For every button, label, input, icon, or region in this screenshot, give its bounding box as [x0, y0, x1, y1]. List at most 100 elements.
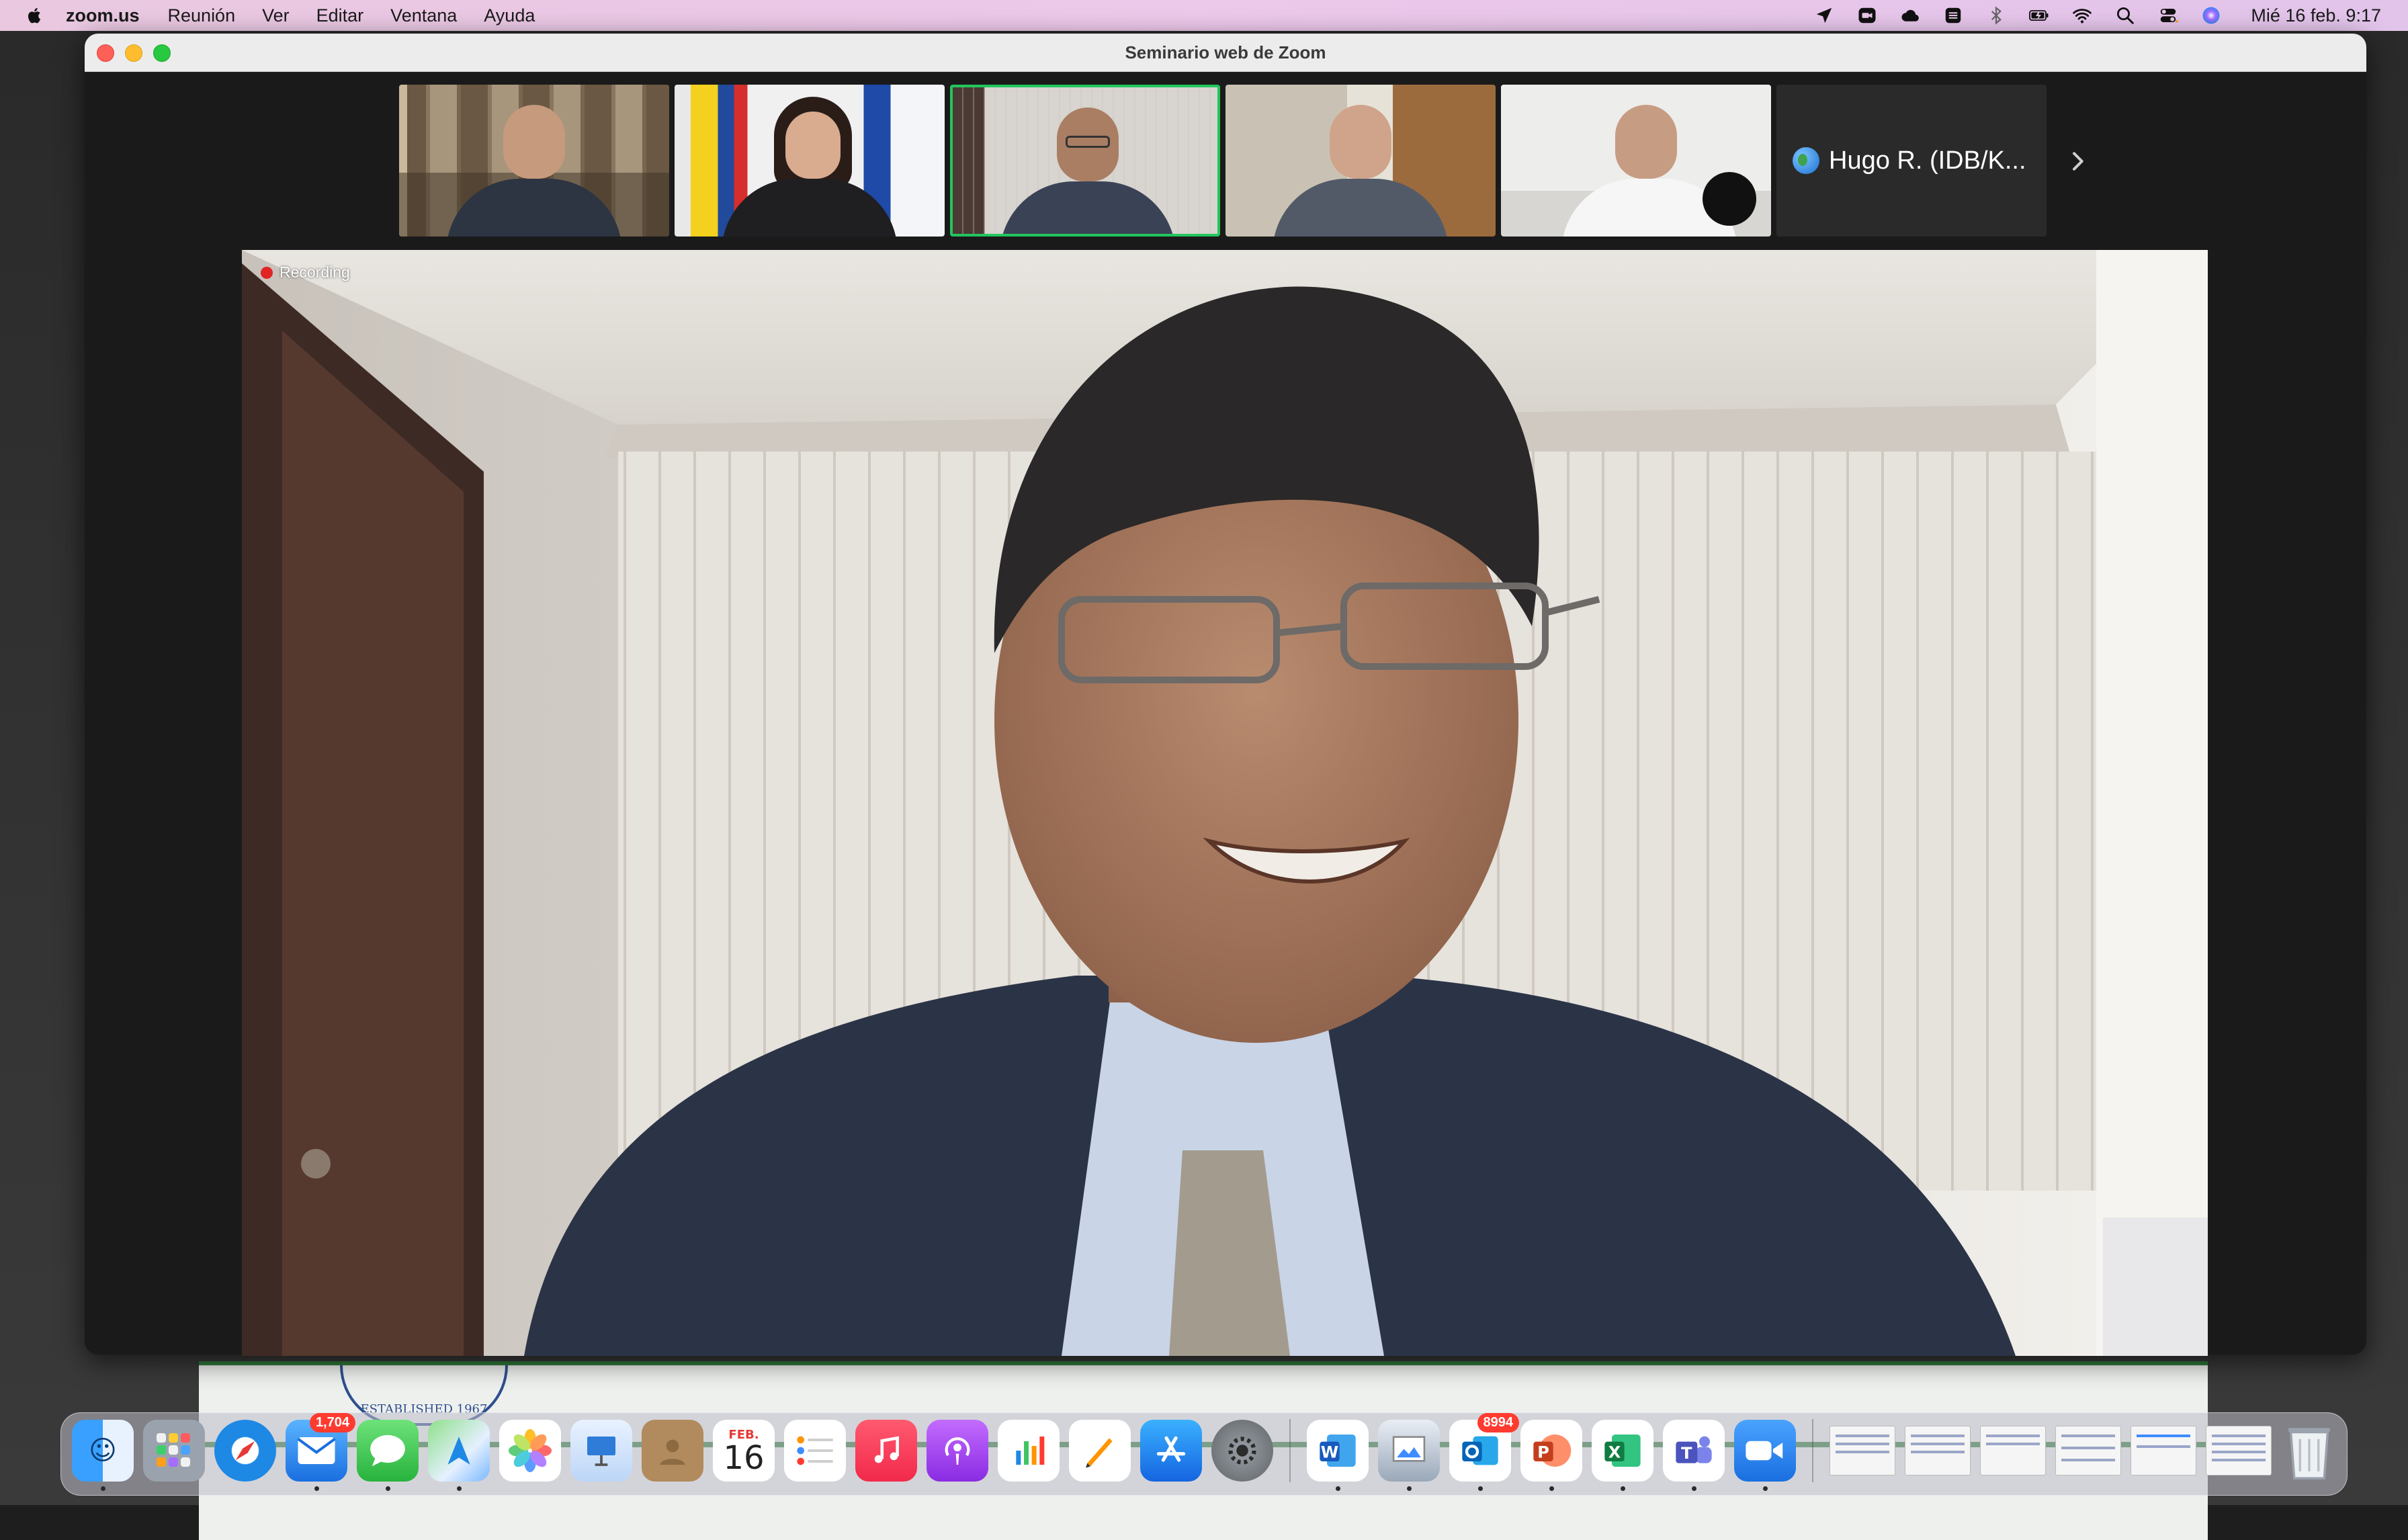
app-store-icon[interactable]: [1140, 1420, 1202, 1482]
mail-badge: 1,704: [309, 1413, 355, 1432]
excel-icon[interactable]: X: [1592, 1420, 1653, 1491]
location-arrow-icon[interactable]: [1814, 5, 1834, 26]
next-participants-button[interactable]: [2064, 148, 2091, 175]
minimized-window-1[interactable]: [1830, 1426, 1895, 1475]
finder-icon[interactable]: ☺: [72, 1420, 134, 1491]
running-indicator: [1692, 1486, 1696, 1491]
window-controls: [97, 44, 171, 62]
participant-tile-4[interactable]: [1226, 85, 1496, 237]
participant-tile-1[interactable]: [399, 85, 669, 237]
menu-editar[interactable]: Editar: [316, 5, 364, 26]
menu-ver[interactable]: Ver: [262, 5, 290, 26]
minimized-window-6[interactable]: [2206, 1426, 2272, 1475]
minimized-window-5[interactable]: [2131, 1426, 2196, 1475]
menu-ventana[interactable]: Ventana: [390, 5, 457, 26]
svg-text:W: W: [1321, 1443, 1338, 1462]
svg-text:T: T: [1681, 1444, 1692, 1463]
music-icon[interactable]: [855, 1420, 917, 1482]
outlook-icon[interactable]: 8994: [1449, 1413, 1519, 1491]
powerpoint-icon[interactable]: P: [1520, 1420, 1582, 1491]
dock: ☺ 1,704 FEB. 16 W 8994 P X T: [60, 1412, 2348, 1496]
calendar-icon[interactable]: FEB. 16: [713, 1420, 775, 1482]
control-center-icon[interactable]: [2158, 5, 2179, 26]
running-indicator: [1336, 1486, 1340, 1491]
window-title: Seminario web de Zoom: [1125, 42, 1326, 62]
battery-charging-icon[interactable]: [2029, 5, 2049, 26]
teams-icon[interactable]: T: [1663, 1420, 1725, 1491]
menu-ayuda[interactable]: Ayuda: [484, 5, 535, 26]
running-indicator: [1478, 1486, 1483, 1491]
glasses: [1066, 136, 1110, 148]
menu-reunion[interactable]: Reunión: [168, 5, 236, 26]
wifi-icon[interactable]: [2072, 5, 2092, 26]
running-indicator: [457, 1486, 462, 1491]
svg-text:X: X: [1608, 1443, 1621, 1462]
running-indicator: [386, 1486, 390, 1491]
participant-face: [503, 105, 565, 179]
active-speaker-video[interactable]: [242, 250, 2208, 1356]
minimize-window-button[interactable]: [125, 44, 142, 62]
participant-strip: Hugo R. (IDB/K...: [399, 85, 2047, 237]
minimized-window-2[interactable]: [1905, 1426, 1971, 1475]
globe-emoji-icon: [1793, 147, 1819, 174]
participant-face: [1330, 105, 1391, 179]
word-icon[interactable]: W: [1307, 1420, 1369, 1491]
photos-icon[interactable]: [499, 1420, 561, 1482]
dock-separator: [1812, 1419, 1813, 1482]
menu-app-name[interactable]: zoom.us: [66, 5, 140, 26]
minimized-window-3[interactable]: [1980, 1426, 2046, 1475]
launchpad-icon[interactable]: [143, 1420, 205, 1482]
podcasts-icon[interactable]: [927, 1420, 988, 1482]
participant-tile-2[interactable]: [675, 85, 945, 237]
speaker-video-frame: [242, 250, 2208, 1356]
window-titlebar[interactable]: Seminario web de Zoom: [85, 34, 2366, 72]
contacts-icon[interactable]: [642, 1420, 703, 1482]
pages-icon[interactable]: [1069, 1420, 1131, 1482]
participant-face-front: [785, 112, 841, 179]
running-indicator: [1407, 1486, 1412, 1491]
dock-separator: [1289, 1419, 1291, 1482]
maps-icon[interactable]: [428, 1420, 490, 1491]
calendar-day: 16: [723, 1439, 765, 1477]
status-area: Mié 16 feb. 9:17: [1814, 0, 2381, 31]
numbers-icon[interactable]: [998, 1420, 1060, 1482]
keynote-icon[interactable]: [570, 1420, 632, 1482]
preview-icon[interactable]: [1378, 1420, 1440, 1491]
reminders-icon[interactable]: [784, 1420, 846, 1482]
participant-tile-5[interactable]: [1501, 85, 1771, 237]
cloud-icon[interactable]: [1900, 5, 1920, 26]
messages-icon[interactable]: [357, 1420, 419, 1491]
recording-dot-icon: [261, 266, 273, 279]
outlook-badge: 8994: [1477, 1413, 1519, 1432]
mail-icon[interactable]: 1,704: [286, 1413, 355, 1491]
running-indicator: [1621, 1486, 1625, 1491]
menubar-clock[interactable]: Mié 16 feb. 9:17: [2251, 5, 2381, 26]
recording-indicator: Recording: [261, 263, 350, 282]
running-indicator: [1549, 1486, 1554, 1491]
zoom-window-button[interactable]: [153, 44, 171, 62]
recording-label: Recording: [280, 263, 350, 281]
dock-items: ☺ 1,704 FEB. 16 W 8994 P X T: [72, 1413, 2337, 1491]
bluetooth-icon[interactable]: [1986, 5, 2006, 26]
system-preferences-icon[interactable]: [1211, 1420, 1273, 1482]
participant-tile-name-only[interactable]: Hugo R. (IDB/K...: [1776, 85, 2047, 237]
search-icon[interactable]: [2115, 5, 2135, 26]
apple-menu-icon[interactable]: [26, 6, 44, 25]
chevron-right-icon: [2073, 152, 2083, 171]
trash-icon[interactable]: [2281, 1418, 2337, 1483]
running-indicator: [1763, 1486, 1768, 1491]
running-indicator: [101, 1486, 105, 1491]
close-window-button[interactable]: [97, 44, 114, 62]
shield-vpn-icon[interactable]: [1943, 5, 1963, 26]
participant-face: [1615, 105, 1677, 179]
siri-icon[interactable]: [2201, 5, 2221, 26]
participant-tile-active-speaker[interactable]: [950, 85, 1220, 237]
zoom-status-icon[interactable]: [1857, 5, 1877, 26]
minimized-window-4[interactable]: [2055, 1426, 2121, 1475]
menubar: zoom.us Reunión Ver Editar Ventana Ayuda: [0, 0, 2408, 31]
safari-icon[interactable]: [214, 1420, 276, 1482]
running-indicator: [314, 1486, 319, 1491]
svg-text:P: P: [1537, 1443, 1549, 1462]
zoom-app-icon[interactable]: [1734, 1420, 1796, 1491]
participant-name: Hugo R. (IDB/K...: [1829, 146, 2026, 175]
